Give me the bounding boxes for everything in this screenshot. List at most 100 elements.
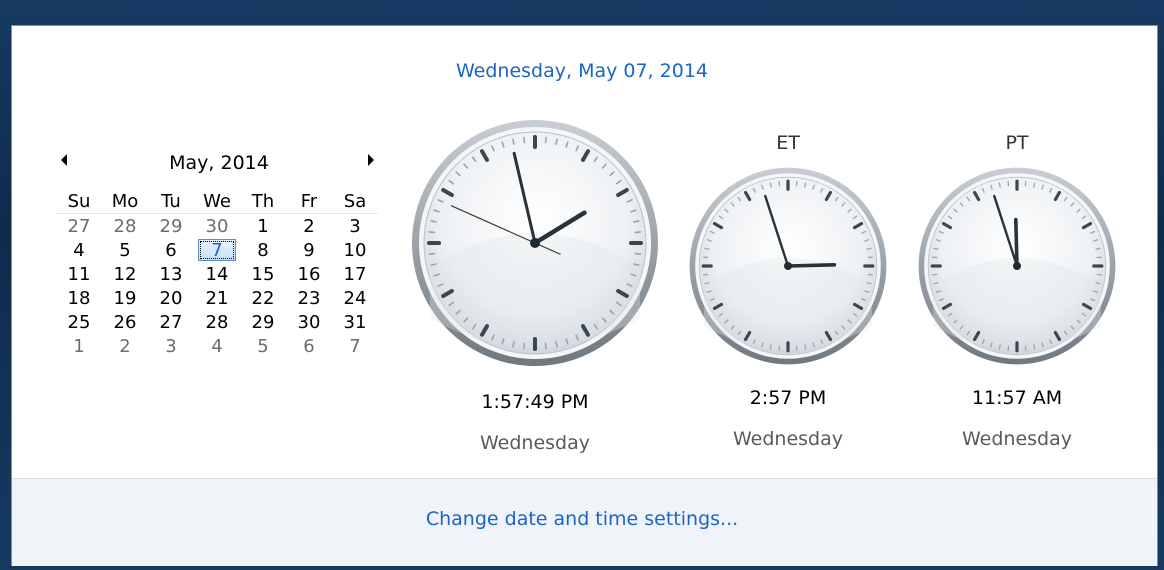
clock-center-pin <box>530 238 540 248</box>
clock-minute-tick <box>634 231 642 234</box>
calendar-day[interactable]: 17 <box>332 262 378 286</box>
calendar-day[interactable]: 6 <box>286 334 332 358</box>
weekday-header: Sa <box>332 190 378 214</box>
calendar-day[interactable]: 27 <box>56 214 102 238</box>
et-clock-face-icon <box>689 167 887 365</box>
pt-clock-face-icon <box>918 167 1116 365</box>
calendar-day[interactable]: 21 <box>194 286 240 310</box>
calendar-day[interactable]: 28 <box>194 310 240 334</box>
calendar-day[interactable]: 27 <box>148 310 194 334</box>
hour-hand <box>786 262 837 268</box>
local-clock-face-icon <box>412 120 658 366</box>
weekday-header: Fr <box>286 190 332 214</box>
calendar-day[interactable]: 3 <box>332 214 378 238</box>
weekday-header: We <box>194 190 240 214</box>
calendar-day[interactable]: 2 <box>102 334 148 358</box>
clock-sheen <box>704 258 872 350</box>
clock-minute-tick <box>804 182 807 188</box>
calendar-day[interactable]: 12 <box>102 262 148 286</box>
calendar-day[interactable]: 31 <box>332 310 378 334</box>
et-time: 2:57 PM <box>749 387 827 409</box>
calendar-grid: Su Mo Tu We Th Fr Sa 27 28 29 30 1 2 3 4 5 6 7 8 9 10 11 12 13 1… <box>56 190 382 358</box>
pt-clock-label: PT <box>1005 132 1029 154</box>
next-month-arrow-icon[interactable] <box>368 154 374 166</box>
calendar-day[interactable]: 6 <box>148 238 194 262</box>
calendar-day[interactable]: 1 <box>240 214 286 238</box>
calendar-day[interactable]: 3 <box>148 334 194 358</box>
calendar-day[interactable]: 30 <box>194 214 240 238</box>
clock-minute-tick <box>866 247 872 250</box>
local-clock <box>410 118 660 368</box>
calendar-day[interactable]: 25 <box>56 310 102 334</box>
calendar-day[interactable]: 29 <box>148 214 194 238</box>
calendar-day[interactable]: 4 <box>194 334 240 358</box>
calendar-day[interactable]: 5 <box>102 238 148 262</box>
clock-minute-tick <box>430 263 438 266</box>
calendar-day[interactable]: 4 <box>56 238 102 262</box>
pt-day: Wednesday <box>961 428 1072 450</box>
clock-minute-tick <box>704 282 710 285</box>
clock-sheen <box>933 258 1101 350</box>
clock-center-pin <box>784 262 792 270</box>
calendar-day[interactable]: 2 <box>286 214 332 238</box>
clock-minute-tick <box>769 182 772 188</box>
calendar-day[interactable]: 22 <box>240 286 286 310</box>
calendar-day[interactable]: 1 <box>56 334 102 358</box>
clock-minute-tick <box>769 344 772 350</box>
clock-minute-tick <box>523 342 526 350</box>
calendar-day[interactable]: 20 <box>148 286 194 310</box>
et-clock <box>688 166 888 366</box>
et-day: Wednesday <box>732 428 843 450</box>
clock-minute-tick <box>555 138 558 146</box>
calendar-day[interactable]: 11 <box>56 262 102 286</box>
clock-sheen <box>430 233 640 348</box>
clock-minute-tick <box>704 247 710 250</box>
calendar-nav: May, 2014 <box>56 150 382 180</box>
calendar-day[interactable]: 8 <box>240 238 286 262</box>
calendar-month-title[interactable]: May, 2014 <box>56 152 382 174</box>
weekday-header: Su <box>56 190 102 214</box>
calendar-day[interactable]: 9 <box>286 238 332 262</box>
clock-minute-tick <box>512 340 515 348</box>
calendar-day[interactable]: 15 <box>240 262 286 286</box>
calendar-day-today[interactable]: 7 <box>198 239 236 261</box>
change-date-time-settings-link[interactable]: Change date and time settings... <box>0 508 1164 530</box>
pt-time: 11:57 AM <box>971 387 1063 409</box>
local-time: 1:57:49 PM <box>481 391 589 413</box>
calendar-day[interactable]: 23 <box>286 286 332 310</box>
calendar-day[interactable]: 16 <box>286 262 332 286</box>
calendar-day[interactable]: 14 <box>194 262 240 286</box>
pt-clock <box>917 166 1117 366</box>
clock-minute-tick <box>998 182 1001 188</box>
weekday-header: Th <box>240 190 286 214</box>
calendar-day[interactable]: 13 <box>148 262 194 286</box>
weekday-header: Tu <box>148 190 194 214</box>
clock-minute-tick <box>933 282 939 285</box>
clock-minute-tick <box>428 252 436 255</box>
clock-minute-tick <box>544 342 547 350</box>
clock-minute-tick <box>866 282 872 285</box>
clock-minute-tick <box>1033 344 1036 350</box>
calendar-day[interactable]: 19 <box>102 286 148 310</box>
calendar-day[interactable]: 5 <box>240 334 286 358</box>
calendar-day[interactable]: 26 <box>102 310 148 334</box>
clock-minute-tick <box>544 136 547 144</box>
calendar-day[interactable]: 7 <box>332 334 378 358</box>
calendar-day[interactable]: 18 <box>56 286 102 310</box>
clock-minute-tick <box>512 138 515 146</box>
clock-minute-tick <box>634 252 642 255</box>
calendar-day[interactable]: 28 <box>102 214 148 238</box>
clock-minute-tick <box>555 340 558 348</box>
calendar-day[interactable]: 29 <box>240 310 286 334</box>
clock-minute-tick <box>1033 182 1036 188</box>
calendar-day[interactable]: 24 <box>332 286 378 310</box>
calendar-day[interactable]: 10 <box>332 238 378 262</box>
current-date-link[interactable]: Wednesday, May 07, 2014 <box>0 60 1164 82</box>
clock-minute-tick <box>523 136 526 144</box>
clock-minute-tick <box>1095 247 1101 250</box>
clock-minute-tick <box>1095 282 1101 285</box>
weekday-header: Mo <box>102 190 148 214</box>
calendar-day[interactable]: 30 <box>286 310 332 334</box>
calendar: May, 2014 Su Mo Tu We Th Fr Sa 27 28 29 30 1 2 3 4 5 6 7 8… <box>56 150 382 358</box>
clock-minute-tick <box>933 247 939 250</box>
